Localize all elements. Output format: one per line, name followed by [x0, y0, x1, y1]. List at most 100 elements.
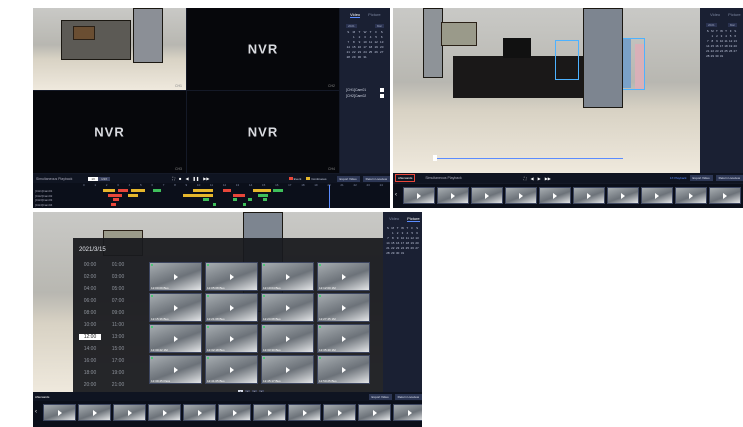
calendar-day[interactable]: 16: [715, 44, 719, 48]
calendar-day[interactable]: 25: [368, 50, 373, 54]
tab-picture[interactable]: Picture: [368, 12, 380, 18]
calendar-day[interactable]: 22: [711, 49, 715, 53]
time-slot[interactable]: 16:00: [79, 358, 101, 364]
calendar-day[interactable]: 4: [724, 34, 728, 38]
calendar-day[interactable]: 3: [363, 35, 368, 39]
export-video-button[interactable]: Export Video: [336, 175, 360, 182]
calendar-day[interactable]: 19: [729, 44, 733, 48]
video-thumbnail[interactable]: [113, 404, 146, 421]
year-selector[interactable]: 2021: [346, 24, 357, 28]
time-slot[interactable]: 18:00: [79, 370, 101, 376]
video-thumbnail[interactable]: [183, 404, 216, 421]
rewind-icon[interactable]: ◀: [185, 176, 188, 181]
calendar-day[interactable]: 16: [357, 45, 362, 49]
video-thumbnail[interactable]: [709, 187, 741, 204]
video-thumbnail[interactable]: 12:27:45 1M: [317, 293, 370, 322]
calendar-day[interactable]: 26: [374, 50, 379, 54]
calendar-day[interactable]: 17: [401, 241, 405, 245]
video-thumbnail[interactable]: [437, 187, 469, 204]
calendar-day[interactable]: 10: [720, 39, 724, 43]
video-thumbnail[interactable]: [323, 404, 356, 421]
video-thumbnail[interactable]: 12:39:45 Pass: [149, 355, 202, 384]
return-liveview-button[interactable]: Return Liveview: [362, 175, 390, 182]
video-thumbnail[interactable]: 12:41:05 Bus: [205, 355, 258, 384]
camera-view-fullscreen[interactable]: [393, 8, 700, 173]
video-thumbnail[interactable]: [641, 187, 673, 204]
video-thumbnail[interactable]: 12:45:17 Bus: [261, 355, 314, 384]
video-thumbnail[interactable]: 12:00:09 Bus: [149, 262, 202, 291]
time-slot[interactable]: 20:00: [79, 382, 101, 388]
timeline-segment[interactable]: [248, 198, 252, 201]
camera-view-ch2[interactable]: NVR CH2: [187, 8, 339, 90]
camera-view-ch1[interactable]: CH1: [33, 8, 186, 90]
calendar-day[interactable]: 13: [733, 39, 737, 43]
tab-picture[interactable]: Picture: [728, 12, 740, 17]
calendar-day[interactable]: 12: [729, 39, 733, 43]
time-slot[interactable]: 19:00: [107, 370, 129, 376]
calendar-day[interactable]: 28: [706, 54, 710, 58]
channel-item[interactable]: [CH2]Cam02: [340, 93, 390, 99]
fullscreen-icon[interactable]: ⛶: [524, 176, 527, 181]
calendar-day[interactable]: 6: [415, 231, 419, 235]
tab-video[interactable]: Video: [389, 216, 399, 222]
calendar-day[interactable]: 19: [410, 241, 414, 245]
fullscreen-icon[interactable]: ⛶: [172, 176, 175, 181]
video-thumbnail[interactable]: 12:10:04 Bus: [261, 262, 314, 291]
calendar-day[interactable]: [405, 251, 409, 255]
time-slot[interactable]: 11:00: [107, 322, 129, 328]
calendar-day[interactable]: 24: [363, 50, 368, 54]
calendar-day[interactable]: 7: [706, 39, 710, 43]
rewind-icon[interactable]: ◀: [531, 176, 534, 181]
timeline-segment[interactable]: [108, 193, 122, 197]
calendar-day[interactable]: 7: [386, 236, 390, 240]
calendar-day[interactable]: 5: [729, 34, 733, 38]
pause-icon[interactable]: ❚❚: [193, 176, 200, 181]
video-thumbnail[interactable]: 12:33:30 Bus: [261, 324, 314, 353]
calendar-day[interactable]: 15: [352, 45, 357, 49]
calendar-day[interactable]: 9: [396, 236, 400, 240]
calendar-day[interactable]: 23: [396, 246, 400, 250]
calendar-day[interactable]: 2: [396, 231, 400, 235]
calendar-day[interactable]: 15: [711, 44, 715, 48]
calendar-day[interactable]: 1: [391, 231, 395, 235]
calendar-day[interactable]: 5: [374, 35, 379, 39]
video-thumbnail[interactable]: [675, 187, 707, 204]
video-thumbnail[interactable]: [539, 187, 571, 204]
calendar-day[interactable]: 7: [346, 40, 351, 44]
calendar-day[interactable]: 21: [706, 49, 710, 53]
calendar-day[interactable]: 19: [374, 45, 379, 49]
timeline-segment[interactable]: [113, 198, 119, 201]
calendar-day[interactable]: 10: [363, 40, 368, 44]
calendar-day[interactable]: 4: [405, 231, 409, 235]
timeline-segment[interactable]: [253, 189, 271, 192]
calendar-day[interactable]: 12: [410, 236, 414, 240]
calendar-day[interactable]: 6: [733, 34, 737, 38]
calendar-day[interactable]: 30: [396, 251, 400, 255]
video-thumbnail[interactable]: 12:32:18 Bus: [205, 324, 258, 353]
calendar-day[interactable]: 8: [711, 39, 715, 43]
afterwards-button[interactable]: Afterwards: [395, 174, 416, 182]
time-slot[interactable]: 01:00: [107, 262, 129, 268]
calendar-day[interactable]: 13: [415, 236, 419, 240]
month-selector[interactable]: Mar: [727, 23, 737, 27]
calendar-day[interactable]: 27: [379, 50, 384, 54]
video-thumbnail[interactable]: 12:12:00 1M: [317, 262, 370, 291]
calendar-day[interactable]: 24: [401, 246, 405, 250]
timeline-cursor[interactable]: [329, 185, 330, 208]
calendar-day[interactable]: 31: [401, 251, 405, 255]
time-slot[interactable]: 12:00: [79, 334, 101, 340]
calendar-day[interactable]: 26: [410, 246, 414, 250]
chevron-left-icon[interactable]: ‹: [35, 409, 37, 415]
tab-picture[interactable]: Picture: [407, 216, 420, 222]
calendar-day[interactable]: 18: [405, 241, 409, 245]
video-thumbnail[interactable]: 12:24:08 Bus: [261, 293, 314, 322]
time-slot[interactable]: 04:00: [79, 286, 101, 292]
video-thumbnail[interactable]: [43, 404, 76, 421]
calendar-day[interactable]: 20: [415, 241, 419, 245]
channel-checkbox[interactable]: [380, 94, 384, 98]
calendar-day[interactable]: 30: [715, 54, 719, 58]
month-selector[interactable]: Mar: [374, 24, 384, 28]
calendar-day[interactable]: [729, 54, 733, 58]
time-slot[interactable]: 03:00: [107, 274, 129, 280]
calendar-day[interactable]: 29: [352, 55, 357, 59]
